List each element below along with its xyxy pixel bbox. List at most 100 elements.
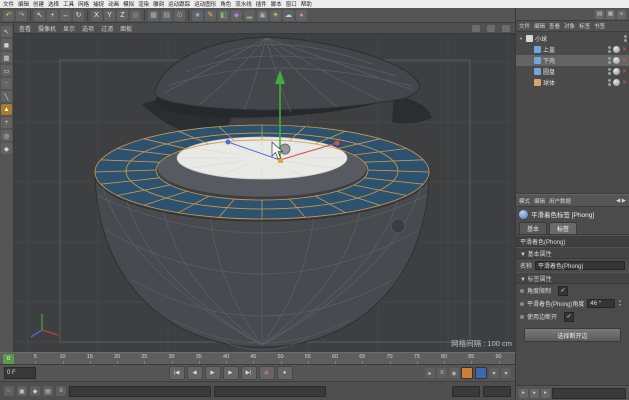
menubar-item[interactable]: 角色: [220, 0, 231, 8]
timeline-playhead[interactable]: 0: [3, 354, 14, 364]
attr-tab-tag[interactable]: 标签: [549, 222, 578, 234]
delete-tag-icon[interactable]: ✕: [622, 79, 627, 86]
redo-icon[interactable]: ↷: [16, 9, 27, 21]
display-filter-icon[interactable]: ▾: [489, 368, 499, 378]
points-mode-icon[interactable]: ∵: [1, 78, 12, 89]
timeline-ruler[interactable]: 0 5 10 15 20 25 30 35 40 45 50 55 60 65 70 75 80 85 90: [0, 352, 515, 365]
attribute-nav-arrows[interactable]: ◀ ▶: [616, 198, 626, 204]
content-browser-icon[interactable]: ▦: [606, 9, 615, 19]
render-visibility-dot[interactable]: [607, 72, 611, 75]
attribute-menu-item[interactable]: 编辑: [534, 197, 545, 205]
z-axis-handle-tip[interactable]: [225, 139, 231, 145]
status-field-center[interactable]: [214, 385, 326, 397]
add-cube-icon[interactable]: ■: [192, 9, 203, 21]
add-light-icon[interactable]: ☀: [270, 9, 281, 21]
viewport-menu-item[interactable]: 查看: [19, 24, 31, 33]
add-floor-icon[interactable]: ▂: [244, 9, 255, 21]
workplane-mode-icon[interactable]: ▭: [1, 65, 12, 76]
coordinate-system-icon[interactable]: ◎: [130, 9, 141, 21]
attribute-menu-item[interactable]: 模式: [519, 197, 530, 205]
x-axis-handle-tip[interactable]: [334, 140, 340, 146]
menubar-item[interactable]: 帮助: [301, 0, 312, 8]
menubar-item[interactable]: 创建: [33, 0, 44, 8]
object-tree-item[interactable]: 圆盘 ✕: [516, 66, 629, 77]
viewport-canvas[interactable]: 网格间隔 : 100 cm: [14, 34, 515, 352]
name-input[interactable]: 平滑着色(Phong): [535, 261, 625, 270]
viewport-menu-item[interactable]: 面板: [120, 24, 132, 33]
editor-visibility-dot[interactable]: [607, 57, 611, 60]
move-tool-icon[interactable]: +: [47, 9, 58, 21]
menubar-item[interactable]: 文件: [3, 0, 14, 8]
menubar-item[interactable]: 运动图形: [194, 0, 216, 8]
tag-properties-group[interactable]: ▼ 标签属性: [516, 272, 629, 284]
timeline-tick[interactable]: 55: [305, 354, 311, 360]
menubar-item[interactable]: 编辑: [18, 0, 29, 8]
editor-visibility-dot[interactable]: [607, 79, 611, 82]
render-visibility-dot[interactable]: [607, 83, 611, 86]
menubar-item[interactable]: 脚本: [271, 0, 282, 8]
viewport-toggle-icon[interactable]: [472, 24, 480, 32]
layout-icon[interactable]: ▤: [595, 9, 604, 19]
sphere-lid[interactable]: [154, 36, 421, 111]
object-tree-item[interactable]: 球体 ✕: [516, 77, 629, 88]
edges-mode-icon[interactable]: ╲: [1, 91, 12, 102]
viewport-menu-item[interactable]: 选项: [82, 24, 94, 33]
editor-visibility-dot[interactable]: [607, 68, 611, 71]
enable-snap-icon[interactable]: ◆: [1, 143, 12, 154]
timeline-tick[interactable]: 65: [359, 354, 365, 360]
menubar-item[interactable]: 选择: [48, 0, 59, 8]
goto-start-button[interactable]: |◀: [168, 366, 185, 380]
background-color-swatch[interactable]: [475, 367, 487, 379]
menubar-item[interactable]: 捕捉: [93, 0, 104, 8]
next-key-button[interactable]: ▶: [222, 366, 239, 380]
editor-visibility-dot[interactable]: [624, 35, 627, 38]
render-settings-icon[interactable]: ⊙: [174, 9, 185, 21]
record-key-button[interactable]: ◉: [258, 366, 275, 380]
phong-tag-icon[interactable]: [612, 46, 620, 53]
object-menu-item[interactable]: 书签: [594, 22, 605, 30]
object-tree-item[interactable]: 上盖 ✕: [516, 44, 629, 55]
menubar-item[interactable]: 插件: [256, 0, 267, 8]
x-axis-lock-icon[interactable]: X: [91, 9, 102, 21]
panel-settings-icon[interactable]: ≡: [617, 9, 626, 19]
add-spline-icon[interactable]: ✎: [205, 9, 216, 21]
timeline-tick[interactable]: 75: [414, 354, 420, 360]
status-field-left[interactable]: [69, 385, 211, 397]
options-icon[interactable]: ≡: [437, 368, 447, 378]
expand-arrow-icon[interactable]: ▾: [518, 36, 524, 42]
viewport-menu-item[interactable]: 过滤: [101, 24, 113, 33]
viewport-menu-item[interactable]: 摄像机: [38, 24, 56, 33]
polygons-mode-icon[interactable]: ▲: [1, 104, 12, 115]
menubar-item[interactable]: 雕刻: [153, 0, 164, 8]
footer-field[interactable]: [552, 387, 626, 399]
viewport-menu-item[interactable]: 显示: [63, 24, 75, 33]
autokey-button[interactable]: ●: [276, 366, 293, 380]
current-frame-field[interactable]: 0 F: [4, 367, 36, 379]
anim-dot-icon[interactable]: [520, 301, 524, 306]
add-material-icon[interactable]: ●: [296, 9, 307, 21]
timeline-tick[interactable]: 90: [495, 354, 501, 360]
attribute-menu-item[interactable]: 用户数据: [549, 197, 571, 205]
spinner-arrows-icon[interactable]: ▲ ▼: [618, 299, 621, 307]
menubar-item[interactable]: 工具: [63, 0, 74, 8]
enable-axis-icon[interactable]: +: [1, 117, 12, 128]
timeline-tick[interactable]: 20: [114, 354, 120, 360]
add-generator-icon[interactable]: ◧: [218, 9, 229, 21]
add-camera-icon[interactable]: ▣: [257, 9, 268, 21]
goto-end-button[interactable]: ▶|: [240, 366, 257, 380]
viewport-layout-icon[interactable]: [487, 24, 495, 32]
phong-tag-icon[interactable]: [612, 68, 620, 75]
perspective-viewport[interactable]: 查看 摄像机 显示 选项 过滤 面板 网格间隔: 100 cm: [14, 23, 515, 352]
object-menu-item[interactable]: 查看: [549, 22, 560, 30]
status-field-a[interactable]: [452, 385, 480, 397]
viewport-solo-icon[interactable]: ◎: [1, 130, 12, 141]
object-menu-item[interactable]: 编辑: [534, 22, 545, 30]
visibility-dots[interactable]: [607, 57, 611, 64]
add-deformer-icon[interactable]: ◆: [231, 9, 242, 21]
timeline-tick[interactable]: 45: [250, 354, 256, 360]
timeline-tick[interactable]: 5: [34, 354, 37, 360]
visibility-dots[interactable]: [624, 35, 627, 42]
timeline-tick[interactable]: 80: [441, 354, 447, 360]
prev-key-button[interactable]: ◀: [186, 366, 203, 380]
foreground-color-swatch[interactable]: [461, 367, 473, 379]
